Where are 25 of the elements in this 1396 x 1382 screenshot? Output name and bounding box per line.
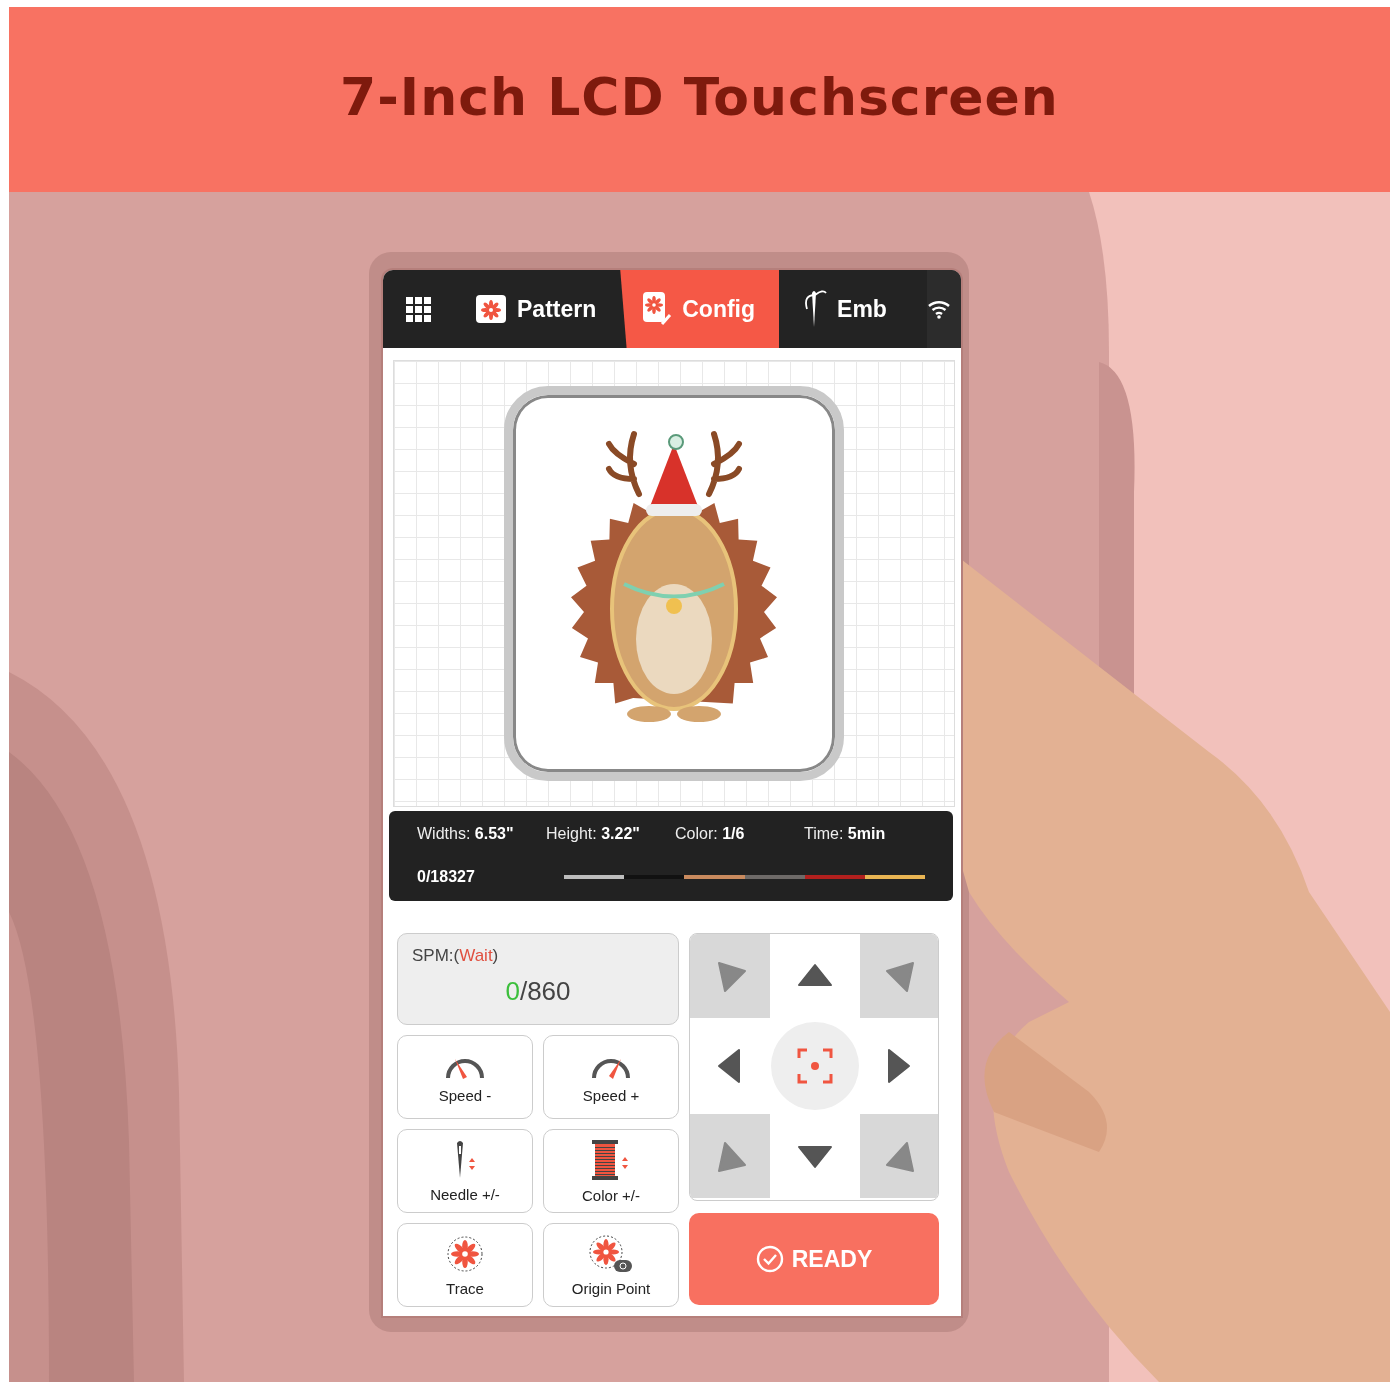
check-circle-icon <box>755 1245 784 1273</box>
flower-trace-icon <box>445 1233 485 1274</box>
stitch-count: 0/18327 <box>417 868 476 886</box>
spool-arrows-icon <box>591 1138 631 1181</box>
origin-button[interactable]: Origin Point <box>543 1223 679 1307</box>
tab[interactable]: Pattern <box>453 270 621 348</box>
folder-flower-icon <box>475 294 507 324</box>
color-stat: Color: 1/6 <box>675 825 746 843</box>
spm-reading: 0/860 <box>505 976 571 1007</box>
banner-title: 7-Inch LCD Touchscreen <box>340 66 1059 129</box>
tab[interactable]: Emb <box>779 270 911 348</box>
speed-button[interactable]: Speed - <box>397 1035 533 1119</box>
page-pencil-icon <box>642 291 673 327</box>
needle-button[interactable]: Needle +/- <box>397 1129 533 1213</box>
speed-button[interactable]: Speed + <box>543 1035 679 1119</box>
focus-icon <box>797 1048 833 1084</box>
wifi-icon <box>927 299 951 319</box>
height-stat: Height: 3.22" <box>546 825 641 843</box>
time-stat: Time: 5min <box>804 825 887 843</box>
trace-button[interactable]: Trace <box>397 1223 533 1307</box>
grid-menu-icon[interactable] <box>405 296 431 322</box>
spm-label: SPM:(Wait) <box>412 946 500 966</box>
flower-origin-icon <box>588 1233 634 1274</box>
color-button[interactable]: Color +/- <box>543 1129 679 1213</box>
width-stat: Widths: 6.53" <box>417 825 515 843</box>
